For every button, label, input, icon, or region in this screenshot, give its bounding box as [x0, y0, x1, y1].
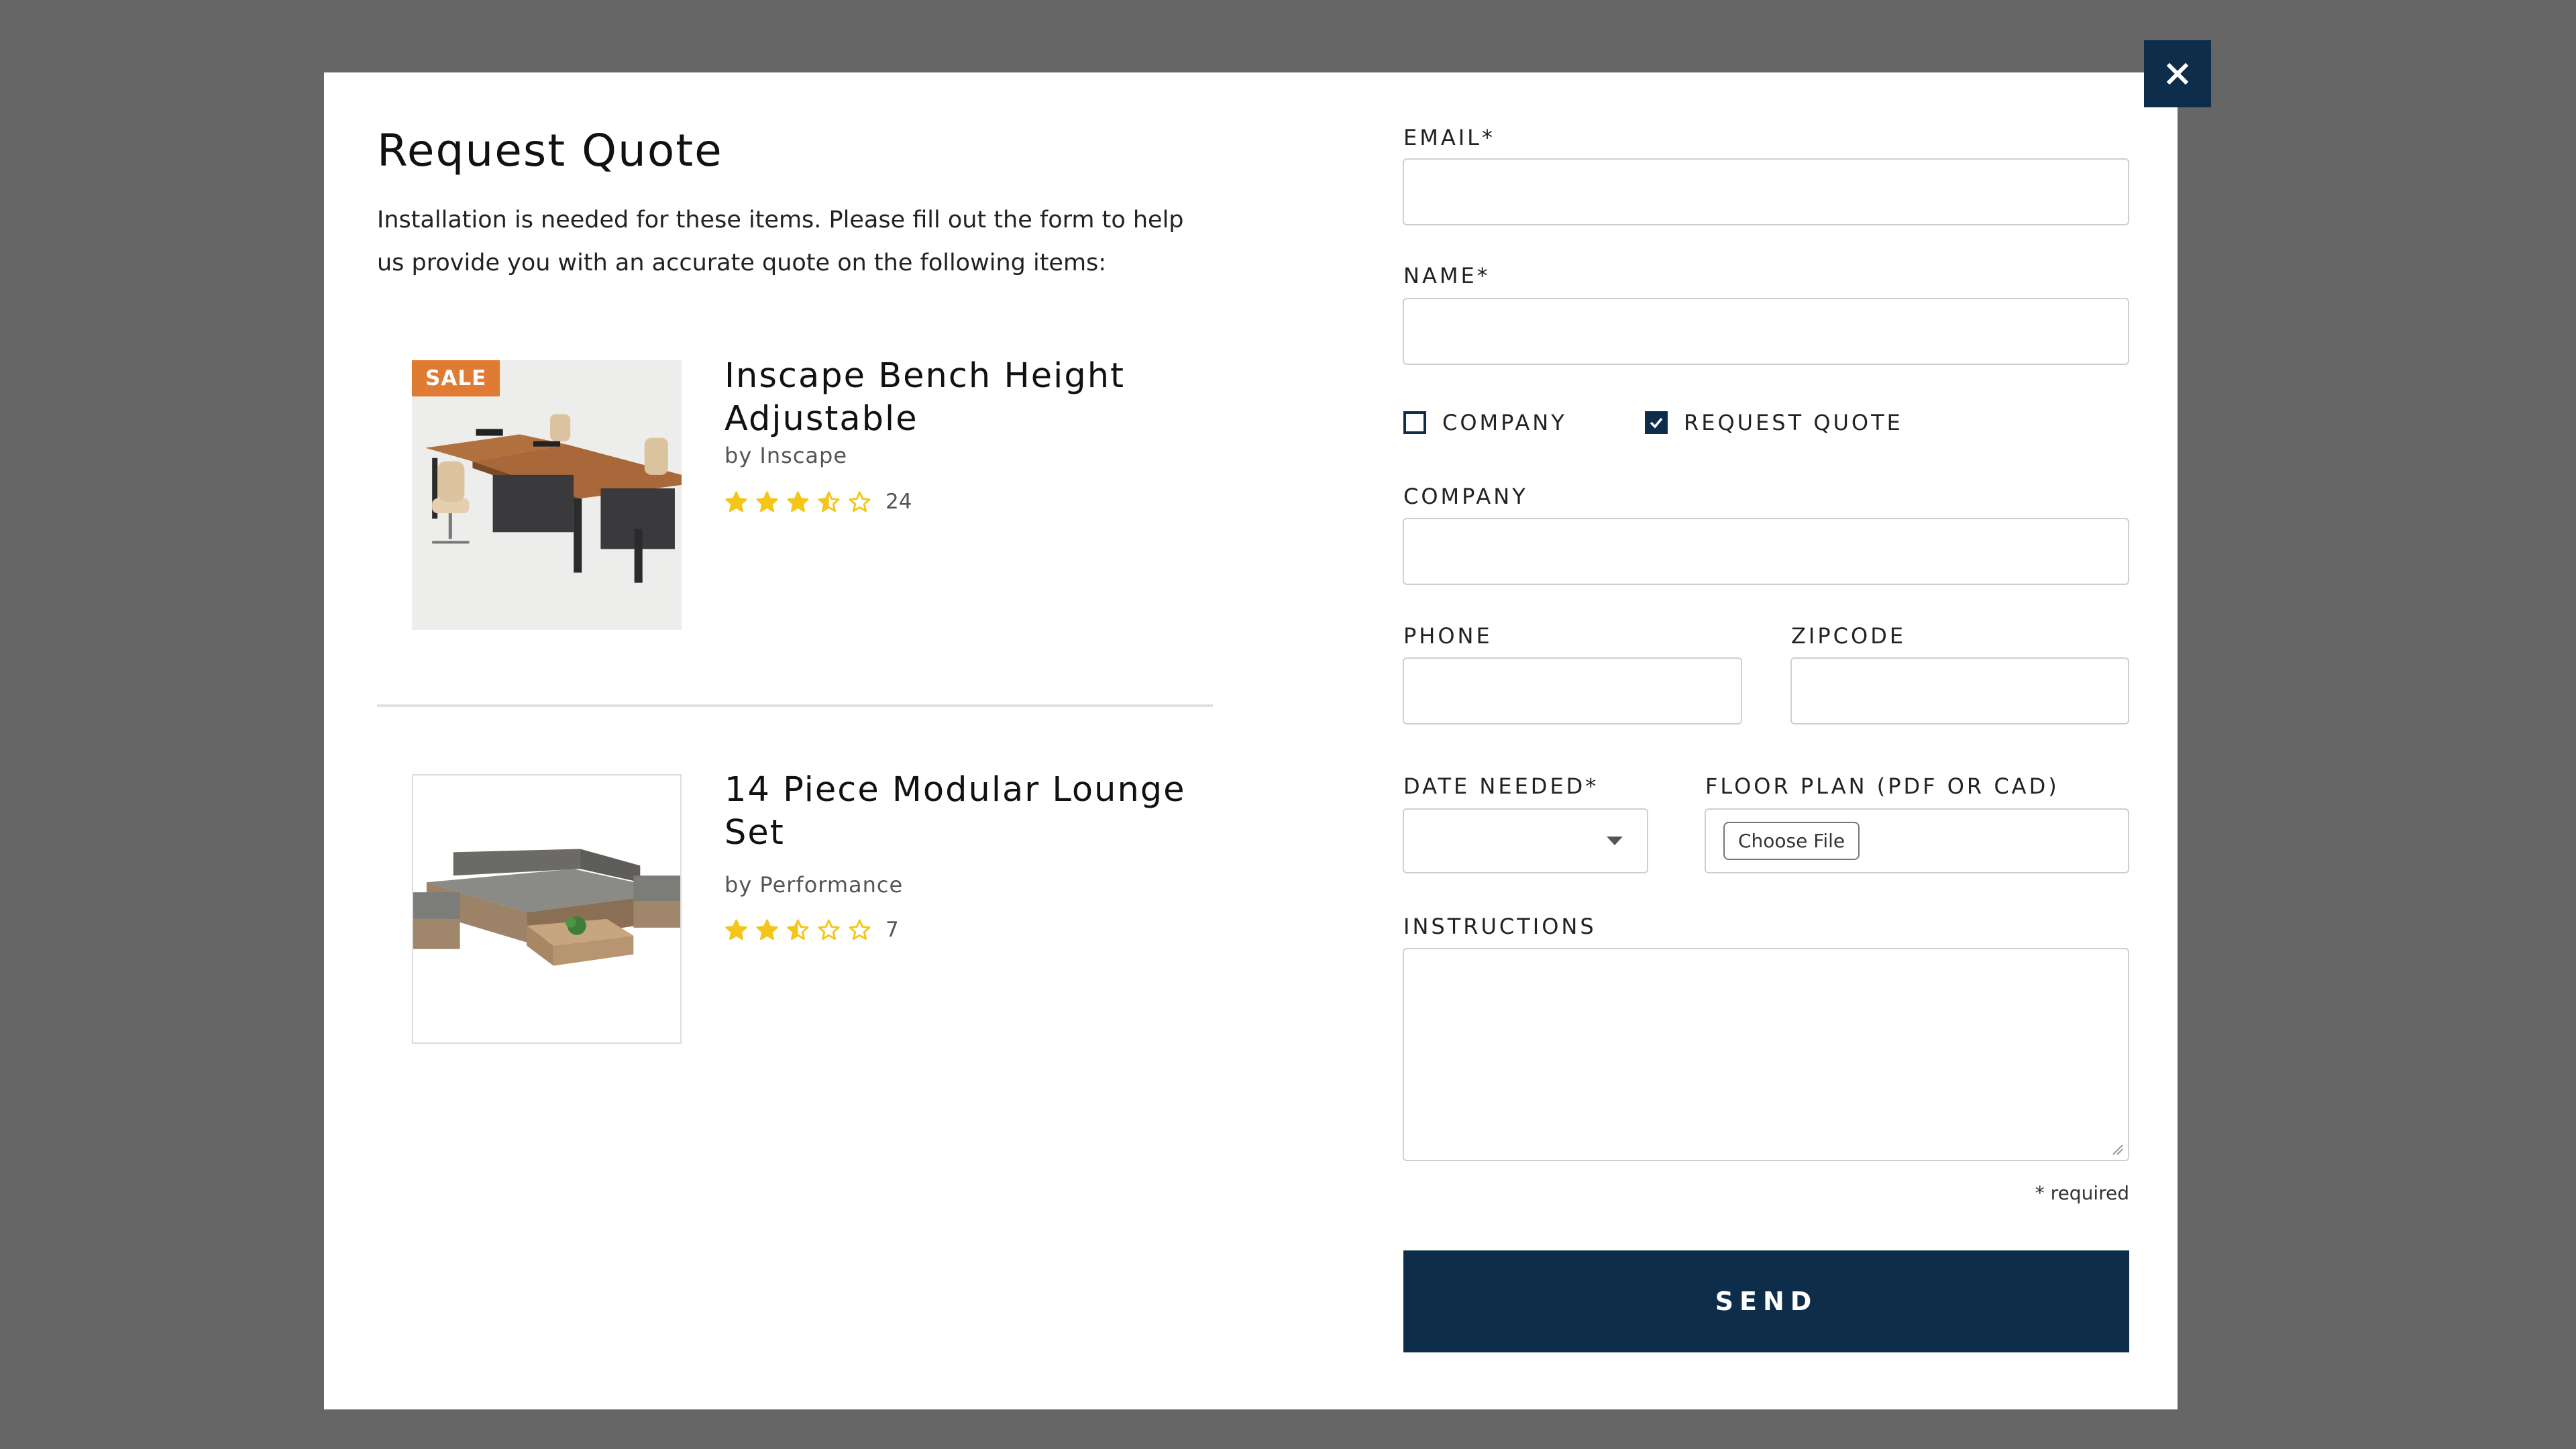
star-full-icon [725, 490, 747, 512]
instructions-label: INSTRUCTIONS [1403, 914, 1597, 939]
star-empty-icon [849, 918, 871, 940]
rating-stars [724, 918, 871, 942]
phone-field[interactable] [1403, 657, 1742, 724]
required-note: * required [2035, 1182, 2129, 1204]
product-rating: 7 [724, 918, 899, 942]
floor-plan-label: FLOOR PLAN (PDF OR CAD) [1705, 773, 2059, 799]
email-field[interactable] [1403, 158, 2129, 225]
close-button[interactable] [2144, 40, 2211, 107]
email-label: EMAIL* [1403, 125, 1495, 150]
product-image-bench[interactable]: SALE [412, 360, 682, 630]
checkmark-icon [1650, 417, 1663, 429]
sale-badge: SALE [412, 360, 500, 396]
star-full-icon [725, 918, 747, 940]
request-quote-checkbox[interactable]: REQUEST QUOTE [1645, 410, 1903, 435]
close-icon [2166, 62, 2189, 85]
star-full-icon [756, 490, 778, 512]
modal-intro-text: Installation is needed for these items. … [377, 207, 1184, 276]
request-quote-checkbox-box[interactable] [1645, 411, 1668, 434]
zipcode-label: ZIPCODE [1791, 623, 1907, 649]
chevron-down-icon [1607, 837, 1623, 845]
phone-label: PHONE [1403, 623, 1493, 649]
rating-stars [724, 490, 871, 514]
modal-title: Request Quote [377, 125, 723, 176]
review-count[interactable]: 7 [885, 918, 899, 942]
product-divider [377, 704, 1213, 707]
product-rating: 24 [724, 490, 912, 514]
instructions-textarea[interactable] [1403, 948, 2129, 1161]
name-field[interactable] [1403, 298, 2129, 365]
product-image-lounge[interactable] [412, 774, 682, 1044]
date-needed-label: DATE NEEDED* [1403, 773, 1599, 799]
company-checkbox-box[interactable] [1403, 411, 1426, 434]
resize-grip-icon[interactable] [2109, 1141, 2124, 1156]
star-half-icon [787, 918, 809, 940]
bench-desk-image [412, 360, 682, 630]
star-empty-icon [818, 918, 840, 940]
company-label: COMPANY [1403, 484, 1528, 509]
company-field[interactable] [1403, 518, 2129, 585]
choose-file-button[interactable]: Choose File [1723, 822, 1860, 860]
review-count[interactable]: 24 [885, 490, 912, 514]
send-button[interactable]: SEND [1403, 1250, 2129, 1352]
floor-plan-file-input: Choose File [1705, 808, 2129, 873]
star-half-icon [818, 490, 840, 512]
company-checkbox-label[interactable]: COMPANY [1442, 410, 1567, 435]
date-needed-select[interactable] [1403, 808, 1648, 873]
name-label: NAME* [1403, 263, 1491, 288]
star-full-icon [787, 490, 809, 512]
zipcode-field[interactable] [1790, 657, 2129, 724]
star-full-icon [756, 918, 778, 940]
star-empty-icon [849, 490, 871, 512]
product-name[interactable]: 14 Piece Modular Lounge Set [724, 769, 1208, 855]
lounge-set-image [413, 775, 680, 1042]
product-brand: by Performance [724, 872, 904, 898]
product-name[interactable]: Inscape Bench Height Adjustable [724, 355, 1208, 441]
product-brand: by Inscape [724, 443, 848, 468]
request-quote-checkbox-label[interactable]: REQUEST QUOTE [1684, 410, 1903, 435]
company-checkbox[interactable]: COMPANY [1403, 410, 1567, 435]
